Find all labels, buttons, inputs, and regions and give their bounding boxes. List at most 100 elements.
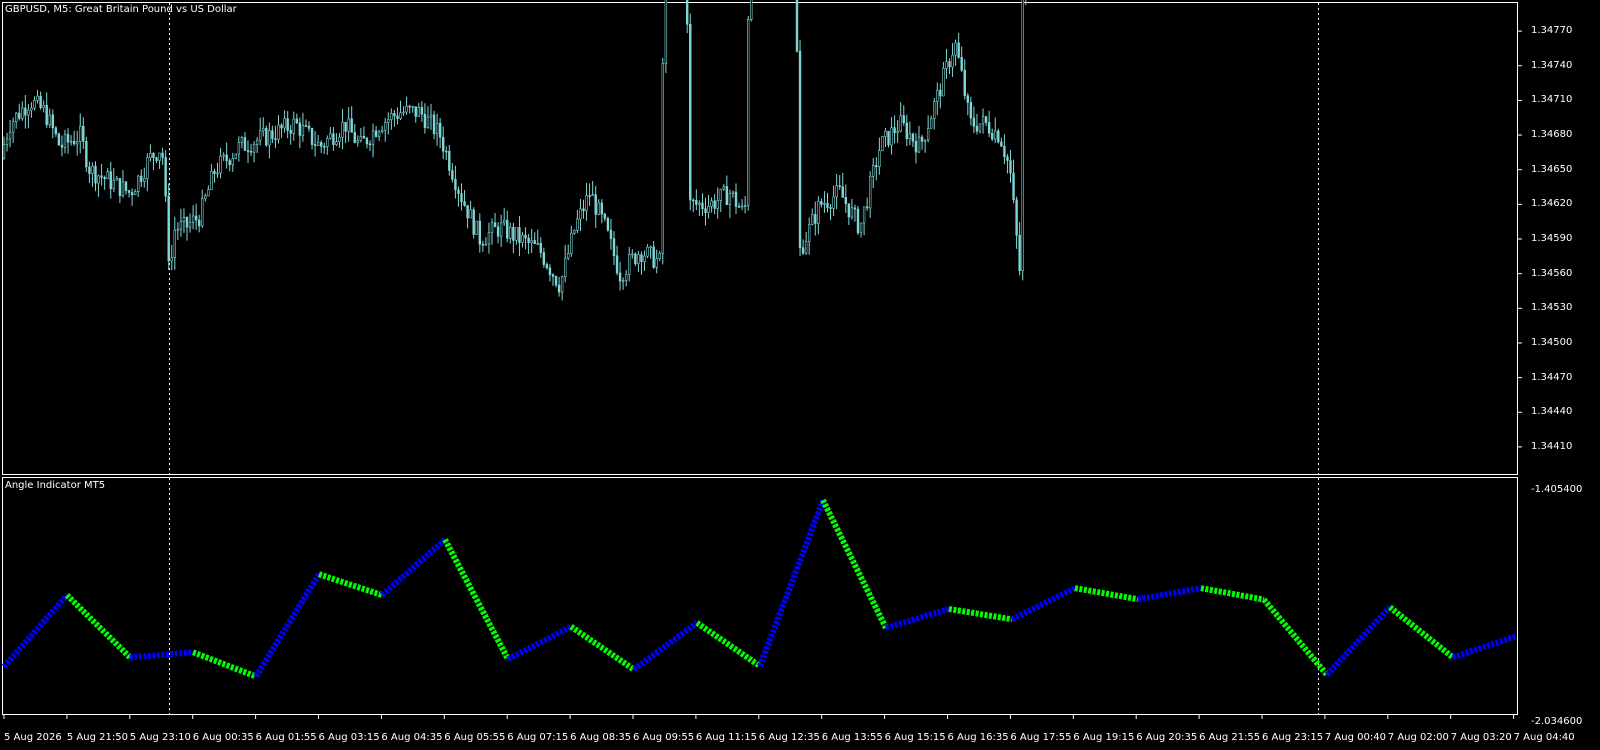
candle-body [457, 189, 460, 194]
candle-body [295, 118, 298, 124]
candle-body [39, 95, 42, 108]
candle-body [560, 276, 564, 293]
candle-body [881, 136, 884, 152]
candle-body [612, 238, 616, 257]
candle-body [722, 186, 726, 190]
candle-body [252, 144, 256, 153]
candle-body [481, 243, 485, 246]
candle-body [69, 140, 73, 143]
candle-body [551, 274, 555, 277]
candle-body [57, 133, 61, 146]
candle-body [216, 172, 219, 175]
candle-body [380, 129, 384, 133]
angle-down-segment [1074, 585, 1139, 603]
candle-body [463, 201, 466, 206]
candle-body [1018, 234, 1021, 271]
x-tick-label: 6 Aug 21:55 [1199, 732, 1261, 743]
candle-body [469, 209, 472, 219]
angle-up-segment [1137, 585, 1202, 603]
x-tick-label: 7 Aug 04:40 [1513, 732, 1575, 743]
candle-body [890, 127, 893, 146]
candle-body [265, 128, 268, 146]
candle-body [45, 104, 48, 125]
angle-up-segment [506, 623, 573, 662]
candle-body [191, 215, 195, 223]
angle-down-segment [695, 620, 762, 669]
candle-body [499, 222, 503, 237]
candle-body [109, 171, 112, 190]
candle-body [847, 203, 851, 218]
main-y-tick-label: 1.34410 [1531, 440, 1573, 452]
main-y-tick-label: 1.34620 [1531, 198, 1573, 210]
candle-body [643, 255, 646, 263]
candle-body [1009, 160, 1012, 174]
angle-down-segment [64, 592, 133, 660]
candle-body [262, 128, 265, 132]
candle-body [146, 157, 149, 179]
candle-body [689, 23, 692, 201]
candle-body [893, 127, 896, 134]
candle-body [268, 130, 271, 146]
candle-body [335, 141, 338, 145]
candle-body [814, 214, 817, 224]
main-chart-title: GBPUSD, M5: Great Britain Pound vs US Do… [5, 4, 237, 15]
candle-body [695, 200, 698, 205]
candle-body [628, 254, 631, 275]
candle-body [713, 200, 716, 209]
candle-body [371, 130, 375, 145]
candle-body [161, 152, 164, 158]
main-y-tick-label: 1.34710 [1531, 94, 1573, 106]
candle-body [277, 124, 280, 140]
x-tick-label: 6 Aug 01:55 [255, 732, 317, 743]
candle-body [573, 230, 576, 234]
angle-up-segment [380, 537, 447, 598]
candle-body [484, 243, 488, 246]
angle-up-segment [1324, 605, 1393, 677]
candle-body [2, 144, 6, 159]
candle-body [731, 191, 735, 194]
candle-body [76, 141, 79, 145]
candle-body [542, 252, 546, 265]
candle-body [557, 284, 561, 293]
candle-body [33, 99, 36, 109]
candle-body [875, 165, 878, 168]
candle-body [441, 136, 445, 152]
candle-body [387, 119, 390, 123]
main-y-tick-label: 1.34470 [1531, 371, 1573, 383]
candle-body [399, 112, 402, 119]
candle-body [710, 200, 713, 207]
candle-body [496, 226, 500, 237]
candle-body [963, 69, 966, 96]
candle-body [353, 132, 356, 143]
x-tick-label: 5 Aug 21:50 [66, 732, 128, 743]
angle-down-segment [442, 538, 511, 661]
candle-body [750, 0, 753, 20]
candle-body [198, 219, 201, 227]
candle-body [417, 106, 420, 117]
candle-body [194, 215, 198, 221]
candle-body [454, 178, 457, 191]
candle-body [841, 186, 844, 198]
candle-body [502, 219, 506, 224]
candle-body [707, 206, 710, 213]
candle-body [957, 42, 960, 58]
candle-body [490, 222, 494, 233]
x-tick-label: 6 Aug 16:35 [947, 732, 1009, 743]
candle-body [997, 130, 1000, 143]
candle-body [509, 226, 512, 239]
candle-body [606, 218, 610, 231]
candle-body [1012, 172, 1015, 201]
candle-body [182, 216, 186, 222]
chart-canvas[interactable] [0, 0, 1600, 750]
candle-body [213, 170, 216, 175]
candle-body [487, 232, 491, 245]
candle-body [524, 234, 527, 239]
candle-body [506, 219, 509, 239]
candle-body [795, 0, 799, 52]
candle-body [219, 155, 222, 174]
candle-body [158, 152, 161, 161]
candle-body [646, 246, 649, 257]
main-y-tick-label: 1.34590 [1531, 233, 1573, 244]
candle-body [811, 214, 814, 225]
candle-body [716, 200, 719, 209]
